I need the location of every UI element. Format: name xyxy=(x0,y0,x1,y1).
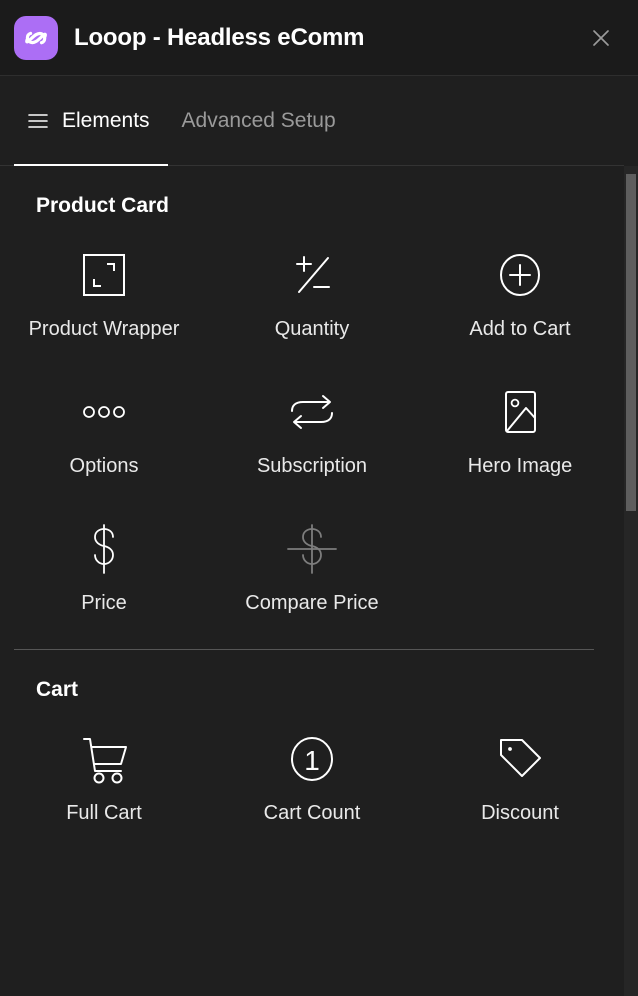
page-title: Looop - Headless eComm xyxy=(74,24,365,51)
element-product-wrapper[interactable]: Product Wrapper xyxy=(0,218,208,355)
tag-icon xyxy=(493,728,547,790)
element-label: Price xyxy=(81,592,127,614)
dollar-sign-icon xyxy=(78,518,130,580)
shopping-cart-icon xyxy=(76,728,132,790)
vertical-scrollbar-thumb[interactable] xyxy=(626,174,636,511)
close-icon[interactable] xyxy=(584,21,618,55)
element-options[interactable]: Options xyxy=(0,355,208,492)
element-grid-spacer xyxy=(416,492,624,629)
looop-logo-icon xyxy=(14,16,58,60)
tab-elements-label: Elements xyxy=(62,109,150,132)
element-label: Discount xyxy=(481,802,559,824)
dollar-sign-strikethrough-icon xyxy=(281,518,343,580)
image-icon xyxy=(494,381,546,443)
element-compare-price[interactable]: Compare Price xyxy=(208,492,416,629)
vertical-scrollbar-track[interactable] xyxy=(624,166,638,996)
element-label: Full Cart xyxy=(66,802,142,824)
section-title: Product Card xyxy=(36,194,170,217)
three-dots-icon xyxy=(78,381,130,443)
element-grid: Product Wrapper Quantity Add to Cart Opt… xyxy=(0,218,624,629)
elements-list: Product Card Product Wrapper Quantity Ad… xyxy=(0,166,638,996)
circle-number-icon: 1 xyxy=(285,728,339,790)
element-label: Options xyxy=(69,455,139,477)
section-product-card: Product Card Product Wrapper Quantity Ad… xyxy=(0,166,624,629)
hamburger-menu-icon xyxy=(28,113,48,129)
section-cart: Cart Full Cart 1 Cart Count Discount xyxy=(0,650,624,839)
element-label: Quantity xyxy=(274,318,350,340)
element-cart-count[interactable]: 1 Cart Count xyxy=(208,702,416,839)
panel-body: Product Card Product Wrapper Quantity Ad… xyxy=(0,166,638,996)
repeat-loop-icon xyxy=(285,381,339,443)
plus-minus-icon xyxy=(286,244,338,306)
element-hero-image[interactable]: Hero Image xyxy=(416,355,624,492)
element-add-to-cart[interactable]: Add to Cart xyxy=(416,218,624,355)
frame-corners-icon xyxy=(78,244,130,306)
element-subscription[interactable]: Subscription xyxy=(208,355,416,492)
element-label: Cart Count xyxy=(263,802,361,824)
tab-elements[interactable]: Elements xyxy=(14,76,168,166)
element-label: Add to Cart xyxy=(469,318,571,340)
element-discount[interactable]: Discount xyxy=(416,702,624,839)
cart-count-badge: 1 xyxy=(304,745,320,776)
element-label: Subscription xyxy=(256,455,368,477)
element-label: Compare Price xyxy=(245,592,379,614)
element-label: Product Wrapper xyxy=(28,318,180,340)
element-price[interactable]: Price xyxy=(0,492,208,629)
element-quantity[interactable]: Quantity xyxy=(208,218,416,355)
element-label: Hero Image xyxy=(467,455,573,477)
element-full-cart[interactable]: Full Cart xyxy=(0,702,208,839)
tab-advanced-setup-label: Advanced Setup xyxy=(181,109,336,132)
tab-bar: Elements Advanced Setup xyxy=(0,76,638,166)
section-title: Cart xyxy=(36,678,79,701)
circle-plus-icon xyxy=(494,244,546,306)
tab-advanced-setup[interactable]: Advanced Setup xyxy=(168,76,354,166)
element-grid: Full Cart 1 Cart Count Discount xyxy=(0,702,624,839)
panel-header: Looop - Headless eComm xyxy=(0,0,638,76)
plugin-panel: Looop - Headless eComm Elements Advanced… xyxy=(0,0,638,996)
